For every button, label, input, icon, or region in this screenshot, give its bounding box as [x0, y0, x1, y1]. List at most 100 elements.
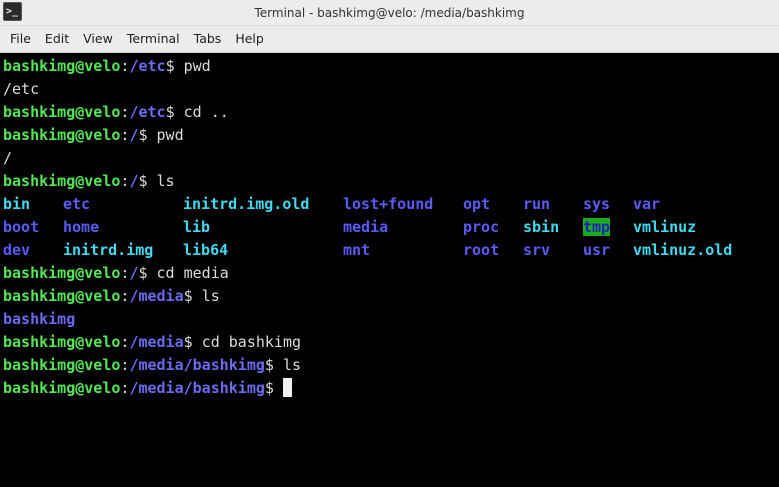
ls-entry-name: var	[633, 195, 661, 213]
command-text: ls	[282, 356, 302, 374]
ls-entry: proc	[463, 216, 523, 239]
prompt-path: /etc	[129, 103, 166, 121]
command-text: cd ..	[183, 103, 229, 121]
prompt-path: /media	[129, 287, 184, 305]
prompt-line: bashkimg@velo:/media$ ls	[3, 285, 779, 308]
prompt-path: /media	[129, 333, 184, 351]
ls-entry-name: boot	[3, 218, 40, 236]
ls-entry-name: srv	[523, 241, 551, 259]
ls-output-row: dev initrd.img lib64 mnt root srv usr vmlinuz.o…	[3, 239, 779, 262]
ls-entry-name: initrd.img	[63, 241, 154, 259]
output-text: /etc	[3, 80, 40, 98]
menu-tabs[interactable]: Tabs	[187, 26, 229, 52]
ls-entry: dev	[3, 239, 63, 262]
prompt-path: /media/bashkimg	[129, 379, 265, 397]
window-title: Terminal - bashkimg@velo: /media/bashkim…	[254, 6, 525, 20]
ls-entry-name: home	[63, 218, 100, 236]
ls-entry-name: usr	[583, 241, 611, 259]
prompt-user-host: bashkimg@velo	[3, 287, 121, 305]
prompt-path: /media/bashkimg	[129, 356, 265, 374]
ls-entry-name: lost+found	[343, 195, 434, 213]
ls-entry-name: sbin	[523, 218, 560, 236]
ls-entry: opt	[463, 193, 523, 216]
ls-entry-name: root	[463, 241, 500, 259]
ls-entry: media	[343, 216, 463, 239]
prompt-user-host: bashkimg@velo	[3, 103, 121, 121]
ls-entry: sys	[583, 193, 633, 216]
ls-entry-name: run	[523, 195, 551, 213]
prompt-path: /etc	[129, 57, 166, 75]
text-cursor	[282, 378, 292, 397]
output-line: /	[3, 147, 779, 170]
ls-entry: vmlinuz	[633, 216, 753, 239]
ls-entry-name: vmlinuz	[633, 218, 697, 236]
ls-entry: etc	[63, 193, 183, 216]
prompt-user-host: bashkimg@velo	[3, 126, 121, 144]
ls-entry: initrd.img.old	[183, 193, 343, 216]
ls-entry-name: initrd.img.old	[183, 195, 310, 213]
prompt-symbol: $	[138, 172, 157, 190]
prompt-user-host: bashkimg@velo	[3, 57, 121, 75]
prompt-symbol: $	[138, 126, 157, 144]
ls-entry: lib64	[183, 239, 343, 262]
command-text: ls	[201, 287, 220, 305]
menu-terminal[interactable]: Terminal	[120, 26, 187, 52]
ls-entry: var	[633, 193, 753, 216]
prompt-user-host: bashkimg@velo	[3, 379, 121, 397]
ls-entry-name: proc	[463, 218, 500, 236]
ls-entry-name: lib64	[183, 241, 229, 259]
prompt-line: bashkimg@velo:/etc$ pwd	[3, 55, 779, 78]
command-text: pwd	[156, 126, 184, 144]
ls-entry: srv	[523, 239, 583, 262]
prompt-line: bashkimg@velo:/media$ cd bashkimg	[3, 331, 779, 354]
ls-entry: initrd.img	[63, 239, 183, 262]
ls-entry-name: lib	[183, 218, 211, 236]
command-text: cd media	[156, 264, 229, 282]
command-text: pwd	[183, 57, 211, 75]
prompt-symbol: $	[264, 356, 283, 374]
ls-entry: lost+found	[343, 193, 463, 216]
prompt-line: bashkimg@velo:/$ pwd	[3, 124, 779, 147]
terminal-output-area[interactable]: bashkimg@velo:/etc$ pwd/etc bashkimg@velo…	[0, 53, 779, 487]
ls-entry-name: opt	[463, 195, 491, 213]
prompt-line: bashkimg@velo:/media/bashkimg$ ls	[3, 354, 779, 377]
ls-entry: sbin	[523, 216, 583, 239]
menu-file[interactable]: File	[3, 26, 38, 52]
ls-entry-name: mnt	[343, 241, 371, 259]
prompt-symbol: $	[165, 103, 184, 121]
ls-output-row: bin etc initrd.img.old lost+found opt run sys v…	[3, 193, 779, 216]
ls-entry-name: dev	[3, 241, 31, 259]
prompt-user-host: bashkimg@velo	[3, 356, 121, 374]
ls-entry-name: sys	[583, 195, 611, 213]
ls-entry-name: etc	[63, 195, 91, 213]
prompt-user-host: bashkimg@velo	[3, 264, 121, 282]
ls-entry: boot	[3, 216, 63, 239]
command-text: ls	[156, 172, 175, 190]
menu-view[interactable]: View	[76, 26, 120, 52]
prompt-line: bashkimg@velo:/media/bashkimg$	[3, 377, 779, 400]
ls-entry-name: bin	[3, 195, 31, 213]
prompt-line: bashkimg@velo:/etc$ cd ..	[3, 101, 779, 124]
ls-entry: lib	[183, 216, 343, 239]
output-text: /	[3, 149, 13, 167]
prompt-symbol: $	[183, 333, 202, 351]
prompt-line: bashkimg@velo:/$ ls	[3, 170, 779, 193]
ls-entry-name: media	[343, 218, 389, 236]
command-text: cd bashkimg	[201, 333, 302, 351]
menu-bar: File Edit View Terminal Tabs Help	[0, 26, 779, 53]
menu-help[interactable]: Help	[228, 26, 271, 52]
ls-output-row: boot home lib media proc sbin tmp vmlinuz	[3, 216, 779, 239]
prompt-user-host: bashkimg@velo	[3, 172, 121, 190]
ls-entry-name: vmlinuz.old	[633, 241, 733, 259]
menu-edit[interactable]: Edit	[38, 26, 76, 52]
title-bar[interactable]: >_ Terminal - bashkimg@velo: /media/bash…	[0, 0, 779, 26]
ls-entry: bin	[3, 193, 63, 216]
prompt-symbol: $	[165, 57, 184, 75]
ls-entry: usr	[583, 239, 633, 262]
terminal-window: >_ Terminal - bashkimg@velo: /media/bash…	[0, 0, 779, 487]
prompt-symbol: $	[264, 379, 283, 397]
ls-entry: run	[523, 193, 583, 216]
output-line: bashkimg	[3, 308, 779, 331]
ls-entry: home	[63, 216, 183, 239]
ls-entry: vmlinuz.old	[633, 239, 753, 262]
